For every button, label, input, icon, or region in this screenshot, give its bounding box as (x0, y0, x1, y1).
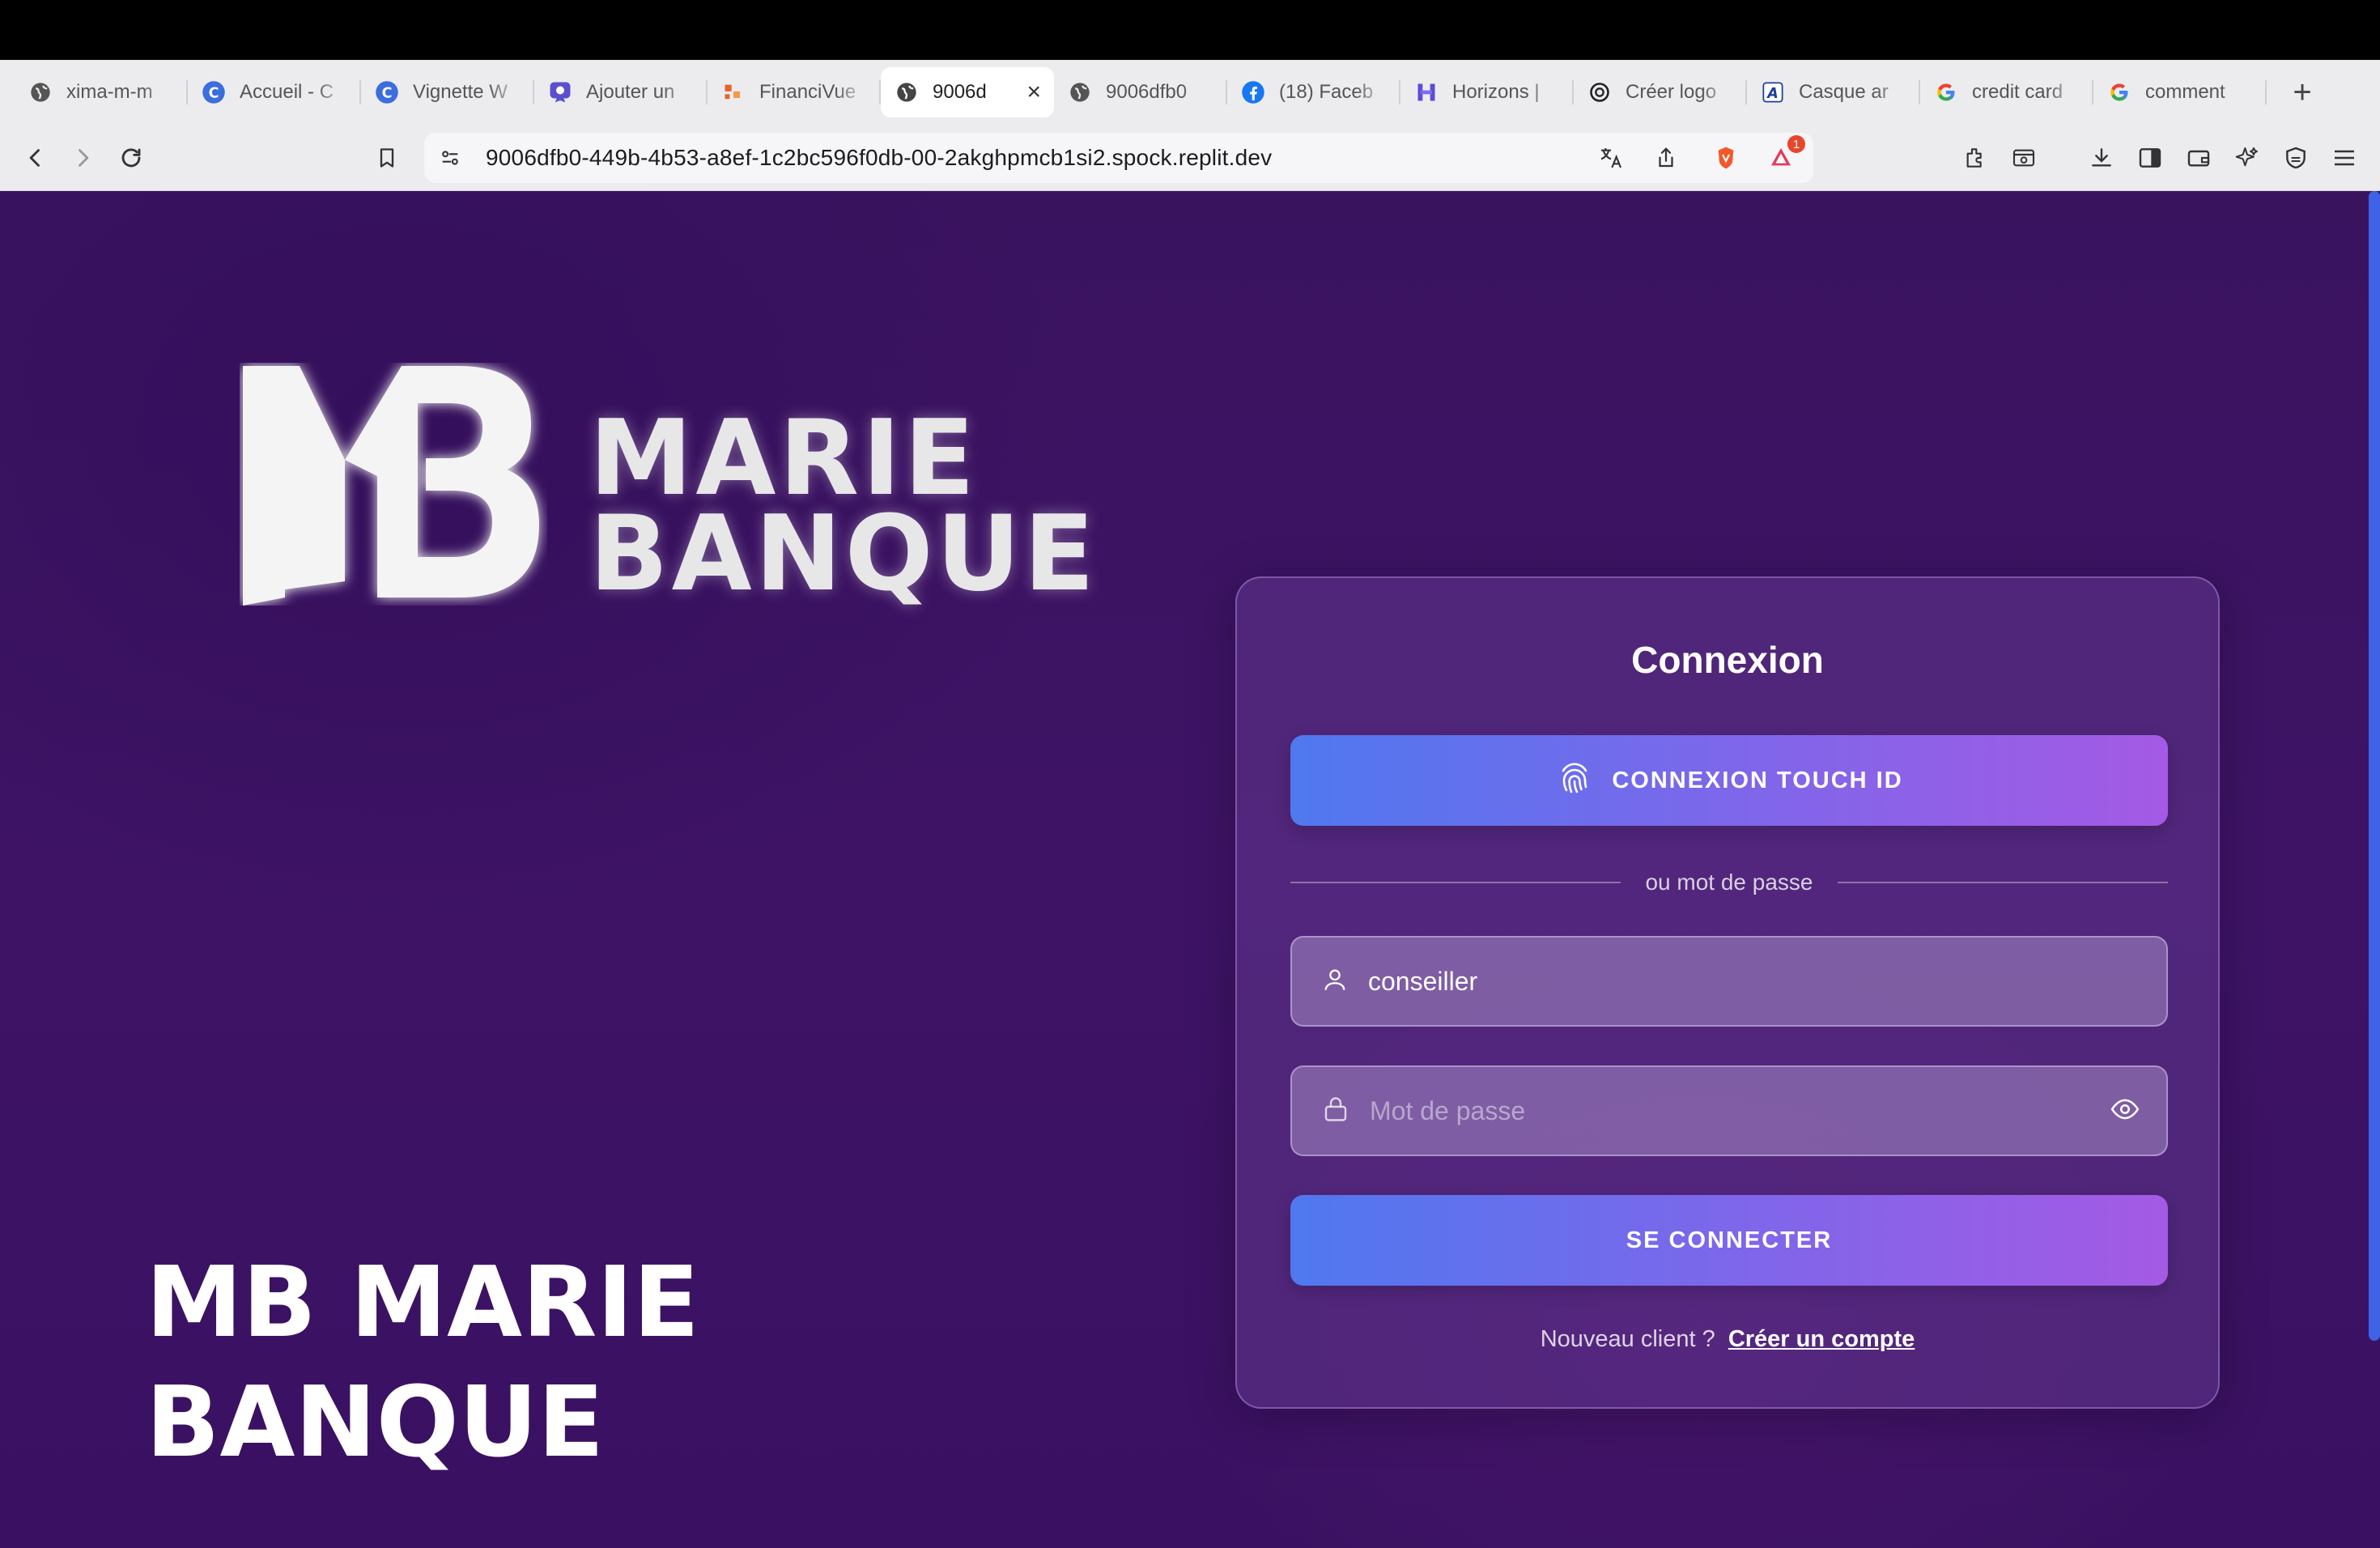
fingerprint-icon (1555, 758, 1594, 803)
google-icon (1933, 79, 1959, 105)
password-input[interactable] (1370, 1095, 2090, 1126)
divider-line (1837, 882, 2168, 883)
sidebar-icon[interactable] (2132, 140, 2168, 176)
username-field[interactable] (1290, 936, 2168, 1027)
window-top-bar (0, 0, 2380, 60)
login-card: Connexion CONNEXION TOUCH ID ou mot de p… (1235, 576, 2220, 1409)
tab-label: Casque ar (1799, 81, 1889, 103)
ribbon-icon (547, 79, 573, 105)
wallet-icon[interactable] (2181, 140, 2216, 176)
tab-label: Vignette W (413, 81, 508, 103)
close-tab-icon[interactable]: × (1026, 79, 1041, 106)
browser-tab[interactable]: 9006dfb0 (1054, 67, 1227, 117)
tab-label: (18) Faceb (1279, 81, 1374, 103)
browser-tab[interactable]: Créer logo (1574, 67, 1747, 117)
tab-label: FinanciVue (759, 81, 856, 103)
url-text: 9006dfb0-449b-4b53-a8ef-1c2bc596f0db-00-… (486, 145, 1273, 170)
site-settings-icon[interactable] (432, 140, 468, 176)
signup-prompt: Nouveau client ? Créer un compte (1237, 1326, 2218, 1353)
menu-icon[interactable] (2327, 140, 2362, 176)
password-field[interactable] (1290, 1065, 2168, 1156)
tab-label: Créer logo (1626, 81, 1717, 103)
facebook-icon (1240, 79, 1266, 105)
svg-text:C: C (382, 85, 393, 101)
browser-tab[interactable]: credit card (1920, 67, 2093, 117)
marie-banque-logo: MARIE BANQUE (240, 363, 1094, 800)
touch-id-label: CONNEXION TOUCH ID (1612, 767, 1903, 793)
translate-icon[interactable] (1593, 140, 1629, 176)
tab-label: 9006dfb0 (1106, 81, 1188, 103)
horizons-icon (1413, 79, 1439, 105)
logo-wordmark: MARIE BANQUE (589, 398, 1098, 615)
show-password-icon[interactable] (2110, 1094, 2140, 1129)
brave-rewards-icon[interactable]: 1 (1763, 135, 1805, 176)
globe-icon (1067, 79, 1093, 105)
username-input[interactable] (1368, 966, 2166, 997)
logo-line-2: BANQUE (589, 494, 1098, 615)
back-icon[interactable] (18, 140, 53, 176)
vpn-shield-icon[interactable] (2278, 140, 2314, 176)
divider-line (1290, 882, 1621, 883)
browser-tab[interactable]: ximа-m-m (15, 67, 188, 117)
tab-label: Ajouter un (586, 81, 675, 103)
page-scrollbar[interactable] (2369, 191, 2380, 1341)
c-logo-icon: C (374, 79, 400, 105)
browser-tab[interactable]: Ajouter un (534, 67, 708, 117)
submit-label: SE CONNECTER (1626, 1227, 1833, 1253)
share-icon[interactable] (1648, 140, 1684, 176)
browser-toolbar: 9006dfb0-449b-4b53-a8ef-1c2bc596f0db-00-… (0, 125, 2380, 191)
openai-icon (1587, 79, 1613, 105)
forward-icon[interactable] (65, 140, 100, 176)
tab-label: Horizons | (1452, 81, 1540, 103)
tab-strip: ximа-m-m C Accueil - C C Vignette W Ajou… (0, 60, 2380, 125)
browser-tab[interactable]: C Vignette W (361, 67, 534, 117)
tab-label: credit card (1972, 81, 2063, 103)
brave-shield-icon[interactable] (1708, 140, 1744, 176)
touch-id-button[interactable]: CONNEXION TOUCH ID (1290, 735, 2168, 826)
extensions-icon[interactable] (1957, 140, 1993, 176)
leo-ai-icon[interactable] (2229, 140, 2265, 176)
login-title: Connexion (1631, 639, 1824, 681)
new-tab-button[interactable]: + (2278, 74, 2327, 111)
tab-label: comment (2145, 81, 2225, 103)
new-client-text: Nouveau client ? (1540, 1326, 1715, 1352)
bookmark-icon[interactable] (369, 140, 405, 176)
login-page: MARIE BANQUE MB MARIE BANQUE Connexion C… (0, 191, 2380, 1548)
a-logo-icon: A (1760, 79, 1786, 105)
tab-label: 9006d (933, 81, 987, 103)
divider-text: ou mot de passe (1645, 870, 1813, 895)
browser-tab[interactable]: FinanciVue (708, 67, 881, 117)
user-icon (1321, 966, 1349, 997)
alert-badge: 1 (1787, 135, 1805, 153)
tab-label: ximа-m-m (66, 81, 153, 103)
create-account-link[interactable]: Créer un compte (1728, 1326, 1915, 1352)
lock-icon (1321, 1095, 1350, 1128)
mb-monogram-icon (243, 366, 539, 606)
logo-line-1: MARIE (589, 398, 979, 519)
browser-tab[interactable]: comment (2093, 67, 2267, 117)
globe-icon (894, 79, 920, 105)
c-logo-icon: C (201, 79, 227, 105)
or-divider: ou mot de passe (1290, 866, 2168, 899)
tab-label: Accueil - C (240, 81, 334, 103)
download-icon[interactable] (2084, 140, 2119, 176)
browser-tab-active[interactable]: 9006d × (881, 67, 1054, 117)
financivue-icon (720, 79, 746, 105)
globe-icon (28, 79, 53, 105)
browser-tab[interactable]: A Casque ar (1747, 67, 1920, 117)
login-submit-button[interactable]: SE CONNECTER (1290, 1195, 2168, 1286)
reload-icon[interactable] (113, 140, 149, 176)
svg-text:A: A (1766, 86, 1779, 102)
browser-tab[interactable]: (18) Faceb (1227, 67, 1400, 117)
browser-tab[interactable]: C Accueil - C (188, 67, 361, 117)
browser-tab[interactable]: Horizons | (1400, 67, 1574, 117)
google-icon (2106, 79, 2132, 105)
hero-title: MB MARIE BANQUE (146, 1247, 699, 1479)
svg-text:C: C (209, 85, 219, 101)
address-bar[interactable]: 9006dfb0-449b-4b53-a8ef-1c2bc596f0db-00-… (424, 133, 1813, 183)
reader-mode-icon[interactable] (2006, 140, 2042, 176)
